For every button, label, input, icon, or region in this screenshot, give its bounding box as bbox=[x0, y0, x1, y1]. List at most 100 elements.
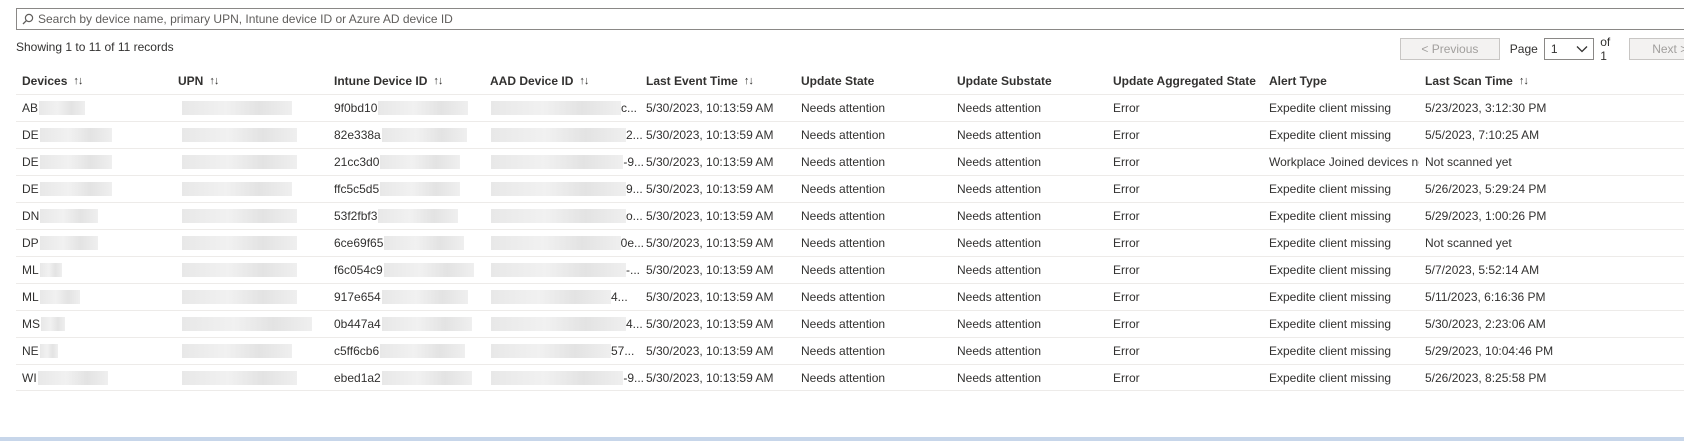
cell-aad-id: 57... bbox=[490, 338, 644, 364]
cell-text: Needs attention bbox=[957, 317, 1042, 331]
cell-last-event: 5/30/2023, 10:13:59 AM bbox=[646, 95, 796, 121]
sort-icon[interactable]: ↑↓ bbox=[1519, 75, 1529, 87]
cell-state: Needs attention bbox=[801, 95, 951, 121]
redacted-value bbox=[491, 182, 626, 196]
cell-text: 53f2fbf3 bbox=[334, 209, 378, 223]
cell-text: ML bbox=[22, 263, 39, 277]
cell-text: DP bbox=[22, 236, 39, 250]
column-header-devices[interactable]: Devices ↑↓ bbox=[22, 68, 162, 94]
records-summary: Showing 1 to 11 of 11 records bbox=[16, 40, 174, 54]
cell-text: Needs attention bbox=[801, 155, 886, 169]
column-header-upn[interactable]: UPN ↑↓ bbox=[178, 68, 328, 94]
redacted-value bbox=[383, 263, 474, 277]
table-row[interactable]: ML f6c054c9 -... 5/30/2023, 10:13:59 AM Need… bbox=[16, 256, 1684, 283]
redacted-value bbox=[39, 263, 62, 277]
redacted-value bbox=[182, 128, 297, 142]
table-row[interactable]: DE ffc5c5d5 9... 5/30/2023, 10:13:59 AM Need… bbox=[16, 175, 1684, 202]
cell-text: 4... bbox=[626, 317, 643, 331]
redacted-value bbox=[39, 236, 98, 250]
cell-substate: Needs attention bbox=[957, 176, 1107, 202]
search-input[interactable] bbox=[38, 12, 638, 26]
column-header-update-aggregated-state: Update Aggregated State bbox=[1113, 68, 1263, 94]
table-row[interactable]: MS 0b447a4 4... 5/30/2023, 10:13:59 AM Needs… bbox=[16, 310, 1684, 337]
search-box[interactable] bbox=[16, 8, 1684, 30]
cell-last-scan: 5/30/2023, 2:23:06 AM bbox=[1425, 311, 1625, 337]
cell-text: 5/30/2023, 10:13:59 AM bbox=[646, 263, 774, 277]
cell-text: Error bbox=[1113, 290, 1140, 304]
cell-text: Needs attention bbox=[957, 263, 1042, 277]
cell-aggregated: Error bbox=[1113, 176, 1263, 202]
cell-aad-id: 4... bbox=[490, 284, 644, 310]
table-row[interactable]: ML 917e654 4... 5/30/2023, 10:13:59 AM Needs… bbox=[16, 283, 1684, 310]
cell-last-scan: 5/29/2023, 1:00:26 PM bbox=[1425, 203, 1625, 229]
cell-text: f6c054c9 bbox=[334, 263, 383, 277]
redacted-value bbox=[182, 263, 297, 277]
redacted-value bbox=[182, 344, 292, 358]
cell-alert: Expedite client missing bbox=[1269, 365, 1419, 390]
next-button[interactable]: Next > bbox=[1629, 38, 1684, 60]
column-header-aad-device-id[interactable]: AAD Device ID ↑↓ bbox=[490, 68, 644, 94]
cell-aad-id: 4... bbox=[490, 311, 644, 337]
table-row[interactable]: DP 6ce69f65 0e... 5/30/2023, 10:13:59 AM Nee… bbox=[16, 229, 1684, 256]
table-row[interactable]: NE c5ff6cb6 57... 5/30/2023, 10:13:59 AM Nee… bbox=[16, 337, 1684, 364]
previous-button[interactable]: < Previous bbox=[1400, 38, 1500, 60]
cell-text: -9... bbox=[623, 155, 644, 169]
cell-text: 57... bbox=[611, 344, 635, 358]
sort-icon[interactable]: ↑↓ bbox=[744, 75, 754, 87]
cell-text: Needs attention bbox=[801, 101, 886, 115]
cell-text: 5/5/2023, 7:10:25 AM bbox=[1425, 128, 1540, 142]
column-header-last-scan-time[interactable]: Last Scan Time ↑↓ bbox=[1425, 68, 1625, 94]
cell-text: 0b447a4 bbox=[334, 317, 381, 331]
table-row[interactable]: DN 53f2fbf3 o... 5/30/2023, 10:13:59 AM Need… bbox=[16, 202, 1684, 229]
column-header-last-event-time[interactable]: Last Event Time ↑↓ bbox=[646, 68, 796, 94]
cell-text: Error bbox=[1113, 344, 1140, 358]
cell-aad-id: c... bbox=[490, 95, 644, 121]
table-row[interactable]: DE 82e338a 2... 5/30/2023, 10:13:59 AM Needs… bbox=[16, 121, 1684, 148]
cell-text: Needs attention bbox=[801, 209, 886, 223]
cell-last-scan: 5/5/2023, 7:10:25 AM bbox=[1425, 122, 1625, 148]
table-row[interactable]: AB 9f0bd10 c... 5/30/2023, 10:13:59 AM Needs… bbox=[16, 94, 1684, 121]
cell-text: Error bbox=[1113, 370, 1140, 385]
cell-intune-id: 0b447a4 bbox=[334, 311, 484, 337]
cell-text: 5/30/2023, 10:13:59 AM bbox=[646, 101, 774, 115]
redacted-value bbox=[491, 128, 626, 142]
table-row[interactable]: DE 21cc3d0 -9... 5/30/2023, 10:13:59 AM Need… bbox=[16, 148, 1684, 175]
grid-body: AB 9f0bd10 c... 5/30/2023, 10:13:59 AM Needs… bbox=[16, 94, 1684, 391]
cell-upn bbox=[178, 122, 328, 148]
cell-intune-id: c5ff6cb6 bbox=[334, 338, 484, 364]
cell-alert: Expedite client missing bbox=[1269, 284, 1419, 310]
cell-substate: Needs attention bbox=[957, 203, 1107, 229]
table-row[interactable]: WI ebed1a2 -9... 5/30/2023, 10:13:59 AM Need… bbox=[16, 364, 1684, 391]
redacted-value bbox=[182, 317, 312, 331]
cell-last-scan: 5/26/2023, 5:29:24 PM bbox=[1425, 176, 1625, 202]
sort-icon[interactable]: ↑↓ bbox=[433, 75, 443, 87]
cell-text: 5/30/2023, 2:23:06 AM bbox=[1425, 317, 1546, 331]
redacted-value bbox=[491, 317, 626, 331]
cell-aggregated: Error bbox=[1113, 149, 1263, 175]
cell-upn bbox=[178, 365, 328, 390]
cell-text: Error bbox=[1113, 209, 1140, 223]
cell-text: NE bbox=[22, 344, 39, 358]
cell-text: Needs attention bbox=[801, 290, 886, 304]
cell-text: Expedite client missing bbox=[1269, 263, 1392, 277]
column-header-intune-device-id[interactable]: Intune Device ID ↑↓ bbox=[334, 68, 484, 94]
sort-icon[interactable]: ↑↓ bbox=[209, 75, 219, 87]
page-select[interactable]: 1 bbox=[1543, 38, 1595, 60]
sort-icon[interactable]: ↑↓ bbox=[579, 75, 589, 87]
cell-substate: Needs attention bbox=[957, 338, 1107, 364]
sort-icon[interactable]: ↑↓ bbox=[73, 75, 83, 87]
cell-text: 917e654 bbox=[334, 290, 381, 304]
page-label: Page bbox=[1509, 42, 1538, 56]
cell-last-event: 5/30/2023, 10:13:59 AM bbox=[646, 230, 796, 256]
cell-intune-id: 917e654 bbox=[334, 284, 484, 310]
cell-substate: Needs attention bbox=[957, 284, 1107, 310]
cell-device: DE bbox=[22, 149, 162, 175]
redacted-value bbox=[380, 155, 461, 169]
cell-text: Needs attention bbox=[801, 128, 886, 142]
column-header-label: Last Event Time bbox=[646, 74, 738, 88]
cell-text: Needs attention bbox=[957, 155, 1042, 169]
cell-text: 5/30/2023, 10:13:59 AM bbox=[646, 128, 774, 142]
cell-substate: Needs attention bbox=[957, 230, 1107, 256]
cell-text: 5/30/2023, 10:13:59 AM bbox=[646, 317, 774, 331]
redacted-value bbox=[491, 370, 624, 385]
